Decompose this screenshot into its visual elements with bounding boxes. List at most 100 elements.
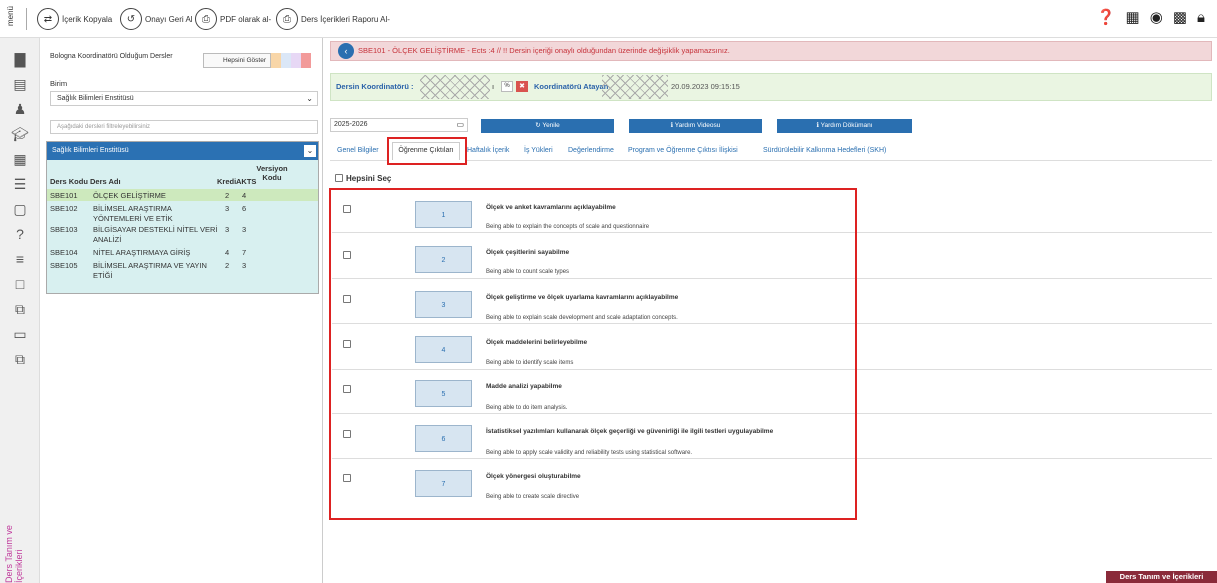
book-icon[interactable]: ▇	[10, 50, 30, 68]
course-akts: 4	[242, 191, 247, 200]
course-list-panel: Bologna Koordinatörü Olduğum Dersler Hep…	[41, 38, 323, 583]
left-rail: ▇ ▤ ♟ 🎓︎ ▦ ☰ ▢ ? ≡ □ ⧉ ▭ ⧉ Ders Tanım ve…	[0, 38, 40, 583]
calendar-icon[interactable]: ▦	[1126, 9, 1140, 27]
help-video-button[interactable]: ℹ Yardım Videosu	[629, 119, 762, 133]
tab-workload[interactable]: İş Yükleri	[524, 147, 553, 154]
help-icon[interactable]: ❓	[1097, 9, 1116, 27]
pdf-export-button[interactable]: ⎙ PDF olarak al-	[195, 8, 271, 30]
color-swatch[interactable]	[281, 53, 291, 68]
top-right-icons: ❓ ▦ ◉ ▩ 🔒︎	[1097, 9, 1205, 27]
year-select[interactable]: 2025-2026 ▭	[330, 118, 468, 132]
coordinator-suffix: ı	[492, 82, 495, 91]
copy-icon[interactable]: ⧉	[10, 350, 30, 368]
revert-approval-button[interactable]: ↺ Onayı Geri Al	[120, 8, 193, 30]
col-code: Ders Kodu	[50, 177, 88, 186]
course-report-label: Ders İçerikleri Raporu Al-	[301, 14, 390, 24]
help-video-label: Yardım Videosu	[674, 122, 721, 129]
course-code: SBE101	[50, 191, 78, 200]
calendar-icon[interactable]: ▦	[10, 150, 30, 168]
list-icon[interactable]: ☰	[10, 175, 30, 193]
tab-sdg[interactable]: Sürdürülebilir Kalkınma Hedefleri (SKH)	[763, 147, 886, 154]
course-code: SBE102	[50, 204, 78, 213]
course-akts: 3	[242, 225, 247, 234]
course-credit: 3	[225, 204, 230, 213]
calendar-icon: ▭	[456, 120, 464, 129]
outcomes-highlight-frame	[329, 188, 857, 520]
graduation-cap-icon[interactable]: 🎓︎	[10, 125, 30, 143]
chevron-down-icon: ⌄	[306, 94, 313, 103]
course-credit: 2	[225, 191, 230, 200]
year-value: 2025-2026	[334, 121, 368, 128]
course-report-button[interactable]: ⎙ Ders İçerikleri Raporu Al-	[276, 8, 390, 30]
tab-weekly-content[interactable]: Haftalık İçerik	[467, 147, 509, 154]
course-akts: 6	[242, 204, 247, 213]
course-name: BİLİMSEL ARAŞTIRMA VE YAYIN ETİĞİ	[93, 261, 207, 280]
color-swatch[interactable]	[271, 53, 281, 68]
remove-coordinator-button[interactable]: ✖	[516, 81, 528, 92]
assign-date: 20.09.2023 09:15:15	[671, 82, 740, 91]
select-all-checkbox[interactable]	[335, 174, 343, 182]
copy-content-button[interactable]: ⇄ İçerik Kopyala	[37, 8, 112, 30]
toolbar-divider	[26, 8, 27, 30]
tab-general[interactable]: Genel Bilgiler	[337, 147, 379, 154]
course-filter-input[interactable]: Aşağıdaki dersleri filtreleyebilirsiniz	[50, 120, 318, 134]
col-version: Versiyon Kodu	[256, 164, 288, 182]
laptop-icon[interactable]: ▭	[10, 325, 30, 343]
grid-icon[interactable]: ▩	[1173, 9, 1187, 27]
copy-icon[interactable]: ⧉	[10, 300, 30, 318]
tab-learning-outcomes[interactable]: Öğrenme Çıktıları	[392, 142, 460, 160]
square-icon[interactable]: □	[10, 275, 30, 293]
alert-message: SBE101 - ÖLÇEK GELİŞTİRME - Ects :4 // !…	[358, 46, 730, 55]
help-doc-label: Yardım Dökümanı	[820, 122, 873, 129]
col-credit: Kredi	[217, 177, 237, 186]
undo-icon: ↺	[120, 8, 142, 30]
color-swatch[interactable]	[301, 53, 311, 68]
pdf-export-label: PDF olarak al-	[220, 14, 272, 24]
document-icon[interactable]: ▤	[10, 75, 30, 93]
assigner-label: Koordinatörü Atayan	[534, 82, 609, 91]
menu-toggle[interactable]: menü	[6, 6, 15, 26]
tab-assessment[interactable]: Değerlendirme	[568, 147, 614, 154]
course-credit: 3	[225, 225, 230, 234]
course-code: SBE105	[50, 261, 78, 270]
course-name: BİLİMSEL ARAŞTIRMA YÖNTEMLERİ VE ETİK	[93, 204, 173, 223]
course-akts: 3	[242, 261, 247, 270]
bologna-title: Bologna Koordinatörü Olduğum Dersler	[50, 53, 173, 60]
back-arrow-icon[interactable]: ‹	[338, 43, 354, 59]
institute-header[interactable]: Sağlık Bilimleri Enstitüsü ⌄	[47, 142, 318, 160]
course-name: NİTEL ARAŞTIRMAYA GİRİŞ	[93, 248, 191, 257]
globe-icon[interactable]: ◉	[1150, 9, 1163, 27]
color-swatch[interactable]	[291, 53, 301, 68]
menu-icon[interactable]: ≡	[10, 250, 30, 268]
percent-button[interactable]: %	[501, 81, 513, 92]
course-name: ÖLÇEK GELİŞTİRME	[93, 191, 166, 200]
bottom-section-tab[interactable]: Ders Tanım ve İçerikleri	[1106, 571, 1217, 583]
tab-program-relation[interactable]: Program ve Öğrenme Çıktısı İlişkisi	[628, 147, 738, 154]
person-icon[interactable]: ♟	[10, 100, 30, 118]
calendar-outline-icon[interactable]: ▢	[10, 200, 30, 218]
unit-select-value: Sağlık Bilimleri Enstitüsü	[57, 95, 134, 102]
copy-content-label: İçerik Kopyala	[62, 14, 113, 24]
coordinator-label: Dersin Koordinatörü :	[336, 82, 414, 91]
revert-approval-label: Onayı Geri Al	[145, 14, 193, 24]
help-doc-button[interactable]: ℹ Yardım Dökümanı	[777, 119, 912, 133]
course-name: BİLGİSAYAR DESTEKLİ NİTEL VERİ ANALİZİ	[93, 225, 218, 244]
institute-header-label: Sağlık Bilimleri Enstitüsü	[52, 147, 129, 154]
lock-icon[interactable]: 🔒︎	[1197, 9, 1205, 27]
chevron-down-icon[interactable]: ⌄	[304, 145, 316, 157]
print-icon: ⎙	[195, 8, 217, 30]
show-all-button[interactable]: Hepsini Göster	[203, 53, 271, 68]
redacted-name	[420, 75, 490, 99]
course-credit: 2	[225, 261, 230, 270]
question-icon[interactable]: ?	[10, 225, 30, 243]
select-all-label: Hepsini Seç	[346, 174, 392, 183]
refresh-button[interactable]: ↻ Yenile	[481, 119, 614, 133]
redacted-name	[602, 75, 668, 99]
print-icon: ⎙	[276, 8, 298, 30]
institute-course-table: Sağlık Bilimleri Enstitüsü ⌄ Ders Kodu D…	[46, 141, 319, 294]
rail-section-label[interactable]: Ders Tanım ve İçerikleri	[4, 520, 24, 583]
col-akts: AKTS	[236, 177, 257, 186]
course-credit: 4	[225, 248, 230, 257]
unit-label: Birim	[50, 79, 68, 88]
unit-select[interactable]: Sağlık Bilimleri Enstitüsü ⌄	[50, 91, 318, 106]
